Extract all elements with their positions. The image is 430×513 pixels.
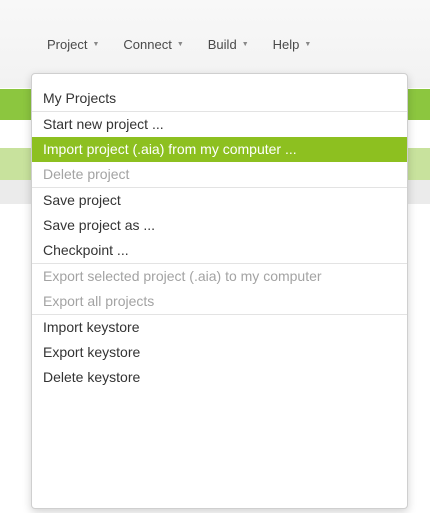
menu-connect[interactable]: Connect ▼ bbox=[123, 37, 183, 52]
menu-item-checkpoint[interactable]: Checkpoint ... bbox=[32, 238, 407, 263]
menu-item-import-keystore[interactable]: Import keystore bbox=[32, 315, 407, 340]
menu-item-export-selected-project-aia-to-my-computer: Export selected project (.aia) to my com… bbox=[43, 268, 322, 284]
menu-build-label: Build bbox=[207, 37, 237, 52]
menu-item-my-projects[interactable]: My Projects bbox=[32, 86, 407, 111]
menu-item-import-project-aia-from-my-computer[interactable]: Import project (.aia) from my computer .… bbox=[32, 137, 407, 162]
app-window: Project ▼ Connect ▼ Build ▼ Help ▼ My Pr… bbox=[0, 0, 430, 513]
menu-item-save-project[interactable]: Save project bbox=[32, 188, 407, 213]
menu-item-delete-keystore[interactable]: Delete keystore bbox=[32, 365, 407, 390]
menu-help-label: Help bbox=[272, 37, 300, 52]
menu-project-label: Project bbox=[47, 37, 88, 52]
menu-connect-label: Connect bbox=[123, 37, 172, 52]
chevron-down-icon: ▼ bbox=[241, 41, 249, 48]
menubar-items: Project ▼ Connect ▼ Build ▼ Help ▼ bbox=[47, 37, 335, 52]
menu-item-delete-project: Delete project bbox=[43, 166, 130, 182]
chevron-down-icon: ▼ bbox=[304, 41, 312, 48]
menu-build[interactable]: Build ▼ bbox=[208, 37, 249, 52]
menu-item-export-all-projects: Export all projects bbox=[43, 293, 155, 309]
chevron-down-icon: ▼ bbox=[176, 41, 184, 48]
menu-help[interactable]: Help ▼ bbox=[273, 37, 312, 52]
menu-item-start-new-project[interactable]: Start new project ... bbox=[32, 112, 407, 137]
menu-item-export-keystore[interactable]: Export keystore bbox=[32, 340, 407, 365]
menu-project[interactable]: Project ▼ bbox=[47, 37, 99, 52]
project-dropdown-menu: My Projects Start new project ... Import p… bbox=[31, 73, 408, 509]
menu-item-save-project-as[interactable]: Save project as ... bbox=[32, 213, 407, 238]
chevron-down-icon: ▼ bbox=[92, 41, 100, 48]
